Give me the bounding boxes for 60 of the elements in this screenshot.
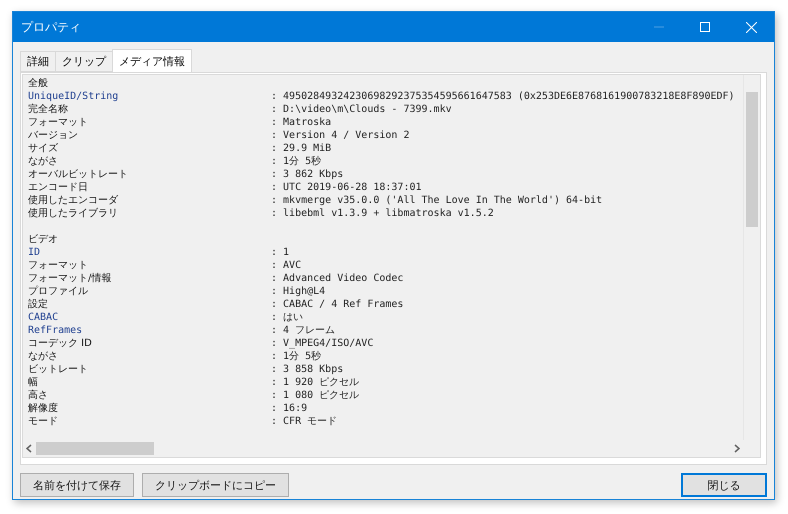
property-label: 使用したエンコーダ: [28, 194, 120, 207]
property-value: : 1分 5秒: [271, 350, 322, 363]
property-value: : 1 920 ピクセル: [271, 376, 360, 389]
vertical-scrollbar[interactable]: [743, 75, 760, 440]
property-value: : 1: [271, 246, 290, 259]
property-value: : 1分 5秒: [271, 155, 322, 168]
property-label: プロファイル: [28, 285, 89, 298]
property-value: : 16:9: [271, 402, 308, 415]
property-value: : Version 4 / Version 2: [271, 129, 410, 142]
property-label: ビットレート: [28, 363, 89, 376]
tab[interactable]: 詳細: [20, 51, 56, 72]
scroll-right-icon[interactable]: [734, 444, 740, 453]
property-value: : 3 862 Kbps: [271, 168, 344, 181]
tab[interactable]: メディア情報: [112, 49, 192, 72]
property-value: : 49502849324230698292375354595661647583 (0x253DE6E8768161900783218E8F890EDF): [271, 90, 735, 103]
property-label: RefFrames: [28, 324, 84, 337]
property-label: フォーマット: [28, 259, 89, 272]
property-label: エンコード日: [28, 181, 89, 194]
property-value: : 1 080 ピクセル: [271, 389, 360, 402]
property-label: ID: [28, 246, 42, 259]
dialog-button[interactable]: 名前を付けて保存: [20, 473, 134, 497]
property-value: : CFR モード: [271, 415, 338, 428]
property-label: フォーマット: [28, 116, 89, 129]
property-label: フォーマット/情報: [28, 272, 112, 285]
section-heading: 全般: [28, 77, 48, 90]
close-button[interactable]: 閉じる: [681, 473, 767, 497]
property-value: : libebml v1.3.9 + libmatroska v1.5.2: [271, 207, 494, 220]
property-label: 高さ: [28, 389, 48, 402]
section-heading: ビデオ: [28, 233, 58, 246]
property-label: サイズ: [28, 142, 59, 155]
property-label: ながさ: [28, 350, 59, 363]
property-label: CABAC: [28, 311, 60, 324]
property-value: : Advanced Video Codec: [271, 272, 404, 285]
property-value: : はい: [271, 311, 304, 324]
property-value: : 4 フレーム: [271, 324, 336, 337]
tab[interactable]: クリップ: [55, 51, 113, 72]
property-label: 設定: [28, 298, 49, 311]
property-value: : 3 858 Kbps: [271, 363, 344, 376]
dialog-button[interactable]: クリップボードにコピー: [142, 473, 289, 497]
property-label: オーバルビットレート: [28, 168, 129, 181]
property-value: : V_MPEG4/ISO/AVC: [271, 337, 374, 350]
property-value: : D:\video\m\Clouds - 7399.mkv: [271, 103, 452, 116]
scroll-left-icon[interactable]: [26, 444, 32, 453]
property-value: : Matroska: [271, 116, 332, 129]
window-title: プロパティ: [21, 18, 82, 36]
property-value: : 29.9 MiB: [271, 142, 332, 155]
property-label: コーデック ID: [28, 337, 93, 350]
property-value: : mkvmerge v35.0.0 ('All The Love In The World') 64-bit: [271, 194, 602, 207]
property-label: 解像度: [28, 402, 59, 415]
property-label: バージョン: [28, 129, 79, 142]
property-value: : UTC 2019-06-28 18:37:01: [271, 181, 422, 194]
property-value: : CABAC / 4 Ref Frames: [271, 298, 404, 311]
property-label: UniqueID/String: [28, 90, 120, 103]
property-value: : AVC: [271, 259, 302, 272]
property-label: 使用したライブラリ: [28, 207, 119, 220]
property-value: : High@L4: [271, 285, 326, 298]
property-label: モード: [28, 415, 59, 428]
property-label: ながさ: [28, 155, 59, 168]
property-label: 幅: [28, 376, 39, 389]
property-label: 完全名称: [28, 103, 69, 116]
